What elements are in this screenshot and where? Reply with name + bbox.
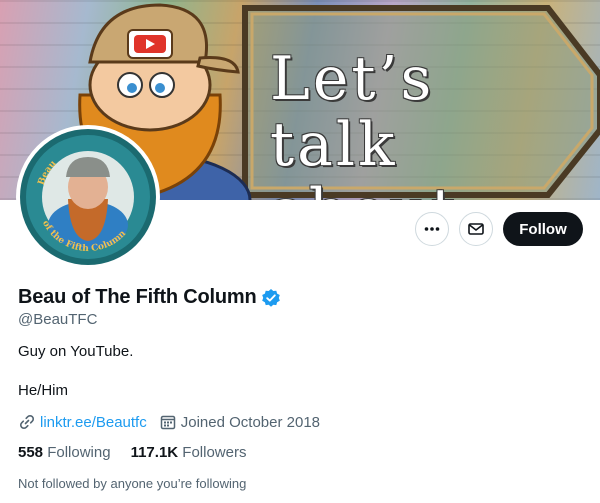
following-count: 558 (18, 444, 44, 461)
handle: @BeauTFC (18, 311, 98, 328)
followers-label: Followers (182, 444, 247, 461)
joined-item: Joined October 2018 (159, 413, 320, 431)
name-row: Beau of The Fifth Column (18, 286, 281, 309)
message-button[interactable] (459, 212, 493, 246)
bio-text: Guy on YouTube. (18, 343, 134, 360)
verified-badge-icon[interactable] (261, 288, 281, 308)
avatar[interactable]: Beau of the Fifth Column (16, 125, 160, 269)
website-link[interactable]: linktr.ee/Beautfc (40, 414, 147, 431)
envelope-icon (468, 223, 484, 235)
following-label: Following (47, 444, 111, 461)
calendar-icon (160, 415, 175, 430)
followers-count: 117.1K (130, 444, 179, 461)
pronouns-text: He/Him (18, 382, 69, 399)
follow-button[interactable]: Follow (503, 212, 583, 246)
followed-by-text: Not followed by anyone you’re following (18, 476, 247, 491)
display-name: Beau of The Fifth Column (18, 286, 257, 308)
link-icon (19, 414, 35, 430)
profile-meta: linktr.ee/Beautfc Joined October 2018 (18, 413, 332, 431)
avatar-image: Beau of the Fifth Column (20, 129, 156, 265)
following-stat[interactable]: 558 Following (18, 444, 111, 461)
follow-stats: 558 Following 117.1K Followers (18, 444, 266, 461)
followers-stat[interactable]: 117.1K Followers (131, 444, 247, 461)
banner-text: Let’s talk about... (270, 44, 521, 200)
website-item: linktr.ee/Beautfc (18, 413, 147, 431)
more-icon (424, 227, 440, 231)
more-button[interactable] (415, 212, 449, 246)
joined-date: Joined October 2018 (180, 413, 320, 431)
